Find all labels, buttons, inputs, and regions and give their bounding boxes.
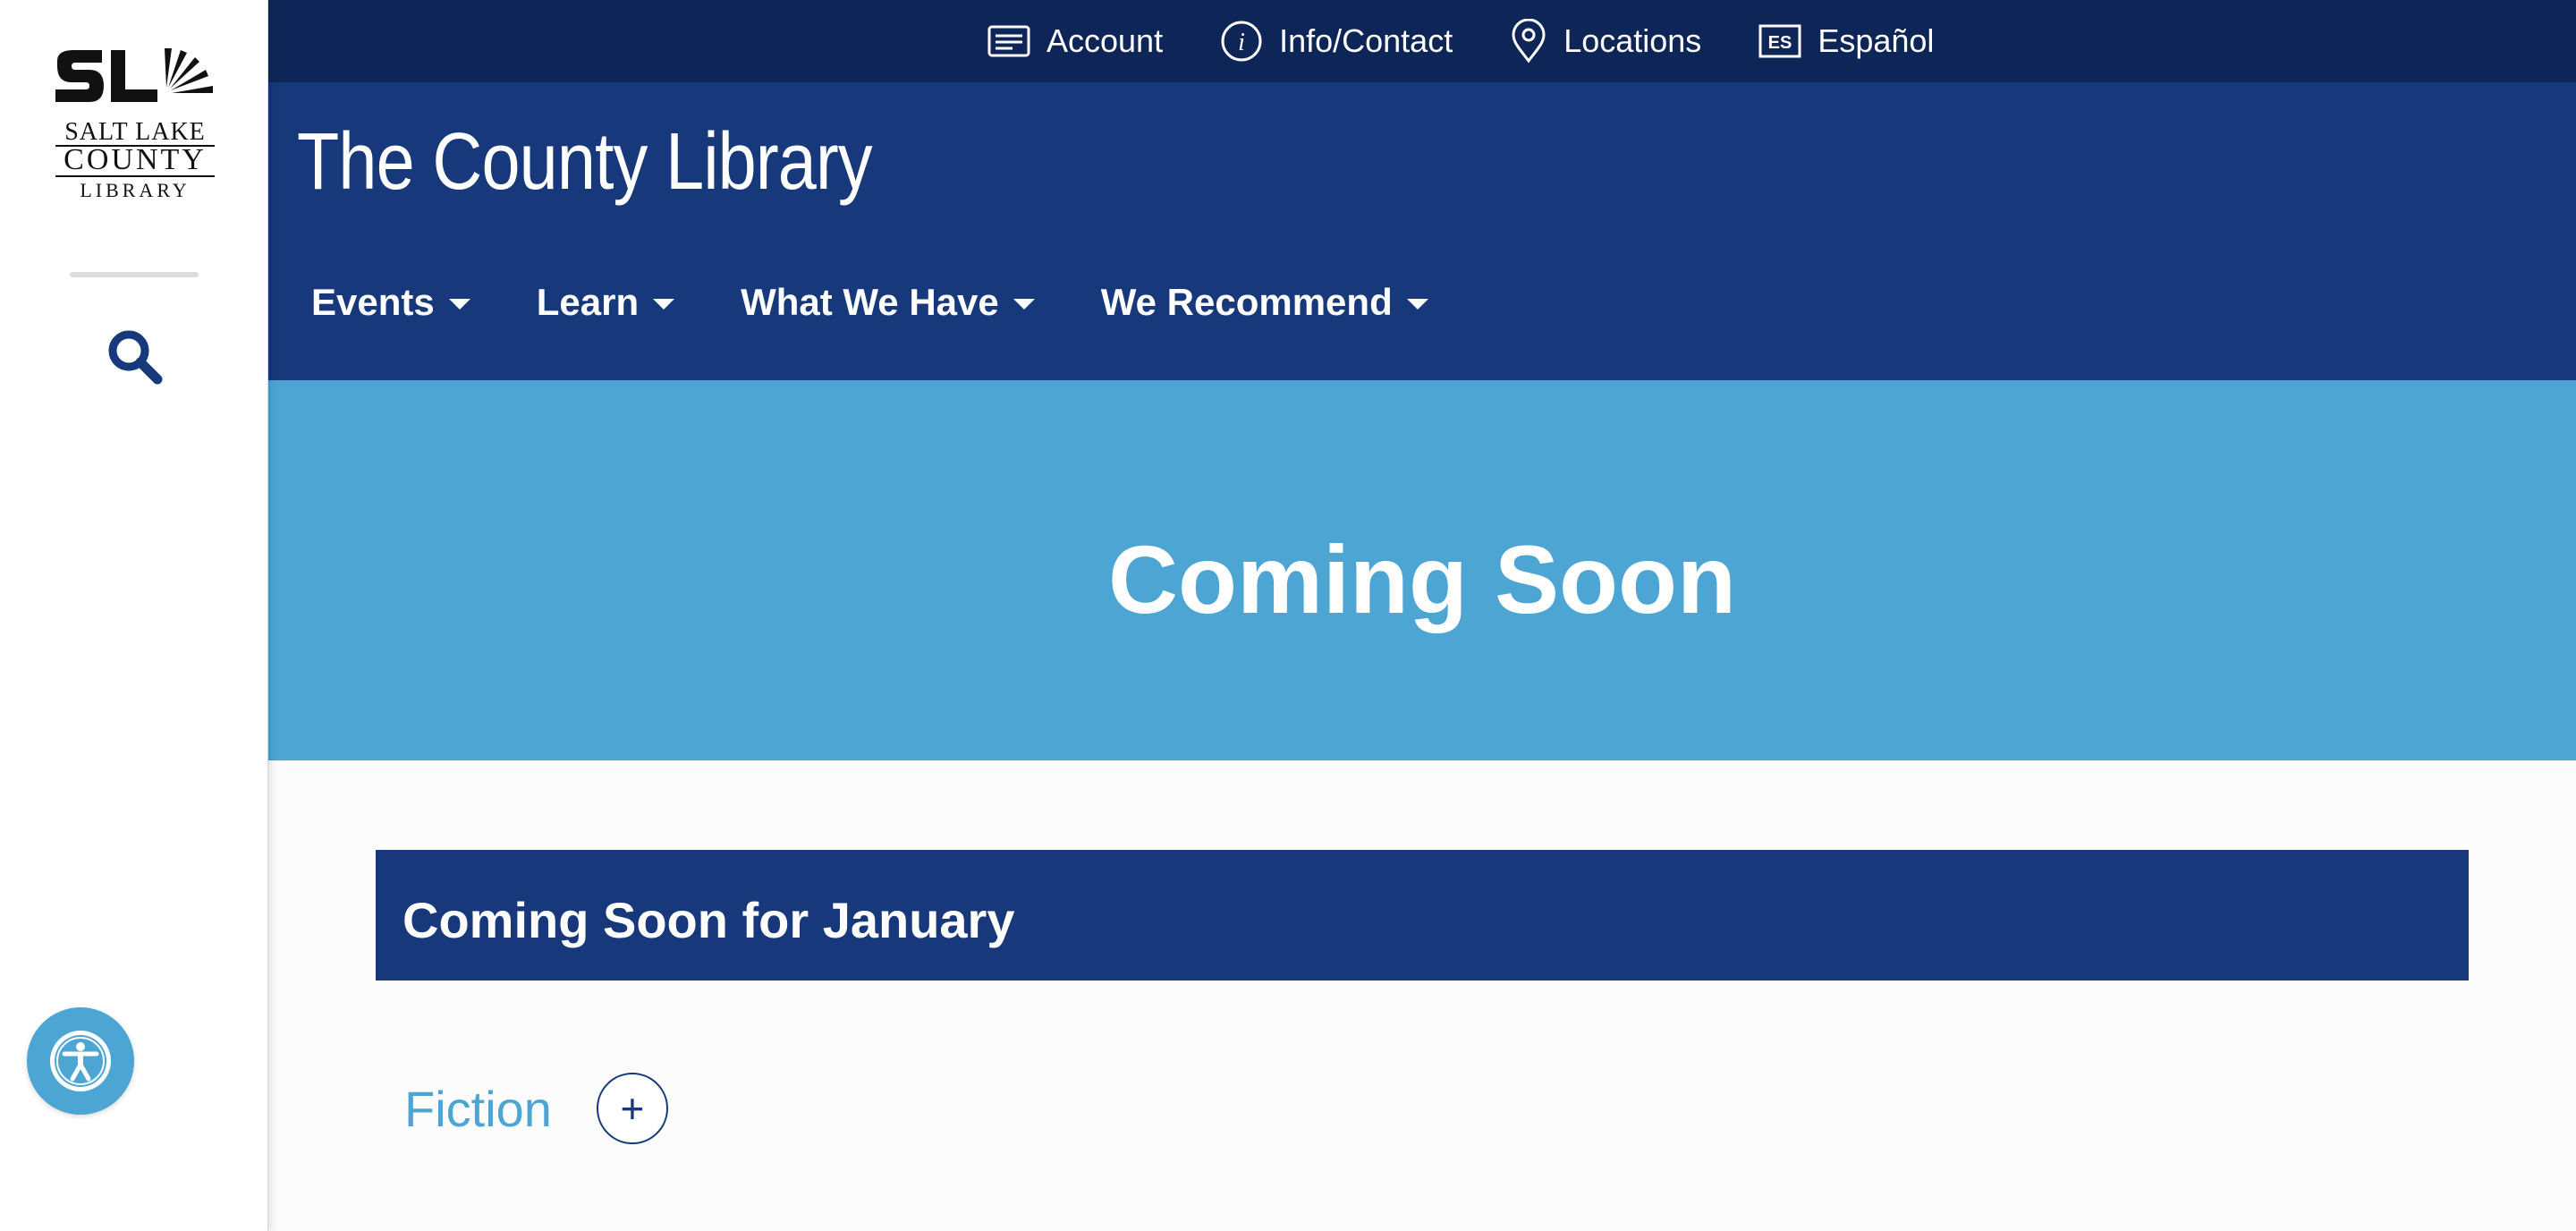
nav-learn-label: Learn xyxy=(536,281,640,323)
page-title: Coming Soon xyxy=(1108,525,1736,633)
sidebar: SALT LAKE COUNTY LIBRARY xyxy=(0,0,268,1231)
accessibility-icon xyxy=(50,1031,111,1091)
logo-rule-bottom xyxy=(55,175,215,177)
svg-text:ES: ES xyxy=(1768,33,1792,53)
section-header: Coming Soon for January xyxy=(376,850,2469,981)
library-logo[interactable]: SALT LAKE COUNTY LIBRARY xyxy=(50,48,220,208)
account-label: Account xyxy=(1046,22,1164,59)
accordion-label[interactable]: Fiction xyxy=(404,1080,552,1138)
espanol-label: Español xyxy=(1818,22,1935,59)
nav-what-we-have-label: What We Have xyxy=(741,281,999,323)
locations-link[interactable]: Locations xyxy=(1510,19,1701,64)
nav-we-recommend[interactable]: We Recommend xyxy=(1101,281,1428,324)
account-link[interactable]: Account xyxy=(987,22,1163,60)
site-header: The County Library Events Learn What We … xyxy=(268,82,2576,380)
main-nav: Events Learn What We Have We Recommend xyxy=(311,281,1495,324)
nav-we-recommend-label: We Recommend xyxy=(1100,281,1393,323)
account-card-icon xyxy=(987,23,1030,59)
main-content: Account i Info/Contact Locations ES Espa… xyxy=(268,0,2576,1231)
info-contact-link[interactable]: i Info/Contact xyxy=(1220,20,1453,63)
location-pin-icon xyxy=(1510,19,1547,64)
locations-label: Locations xyxy=(1563,22,1702,59)
accordion-fiction: Fiction + xyxy=(404,1070,668,1147)
utility-bar: Account i Info/Contact Locations ES Espa… xyxy=(268,0,2576,82)
logo-line-county: COUNTY xyxy=(64,143,207,176)
site-title[interactable]: The County Library xyxy=(297,116,873,208)
page: SALT LAKE COUNTY LIBRARY Account i Info/… xyxy=(0,0,2576,1231)
caret-down-icon xyxy=(448,299,470,310)
info-icon: i xyxy=(1220,20,1263,63)
nav-learn[interactable]: Learn xyxy=(536,281,675,324)
info-contact-label: Info/Contact xyxy=(1279,22,1453,59)
hero-banner: Coming Soon xyxy=(268,380,2576,760)
caret-down-icon xyxy=(1013,299,1035,310)
sidebar-divider xyxy=(70,272,199,277)
expand-plus-icon[interactable]: + xyxy=(596,1073,668,1144)
nav-events-label: Events xyxy=(311,281,435,323)
logo-line-library: LIBRARY xyxy=(80,179,191,201)
es-language-icon: ES xyxy=(1758,23,1801,59)
caret-down-icon xyxy=(1406,299,1428,310)
svg-text:i: i xyxy=(1238,29,1245,56)
search-icon[interactable] xyxy=(106,327,165,386)
nav-events[interactable]: Events xyxy=(311,281,470,324)
espanol-link[interactable]: ES Español xyxy=(1758,22,1934,60)
nav-what-we-have[interactable]: What We Have xyxy=(741,281,1035,324)
caret-down-icon xyxy=(653,299,675,310)
accessibility-button[interactable] xyxy=(27,1007,134,1115)
utility-links: Account i Info/Contact Locations ES Espa… xyxy=(987,0,1934,82)
section-title: Coming Soon for January xyxy=(402,892,1015,948)
sl-monogram-icon xyxy=(55,48,213,102)
